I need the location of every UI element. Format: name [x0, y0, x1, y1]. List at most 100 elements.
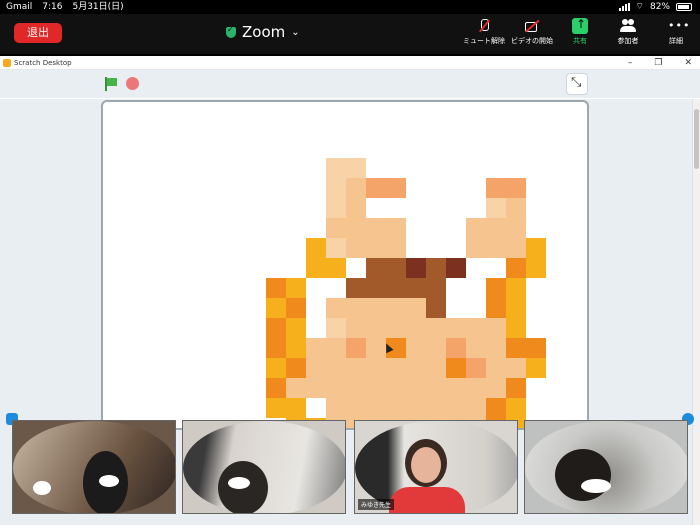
sprite-pixel [466, 298, 486, 318]
sprite-pixel [506, 398, 526, 418]
sprite-pixel [446, 398, 466, 418]
sprite-pixel [366, 218, 386, 238]
sprite-pixel [526, 258, 546, 278]
start-video-button[interactable]: ビデオの開始 [508, 16, 556, 46]
sprite-pixel [386, 178, 406, 198]
sprite-pixel [366, 318, 386, 338]
sprite-pixel [366, 378, 386, 398]
sprite-pixel [466, 338, 486, 358]
participant-tile[interactable] [12, 420, 176, 514]
sprite-pixel [346, 318, 366, 338]
face-mask [228, 477, 250, 489]
heart-icon [33, 481, 51, 495]
window-titlebar: Scratch Desktop – ❐ ✕ [0, 56, 700, 70]
maximize-button[interactable]: ❐ [654, 56, 662, 70]
wifi-icon: ⌔ [635, 2, 644, 12]
sprite-pixel [366, 358, 386, 378]
sprite-pixel [286, 338, 306, 358]
sprite-pixel [346, 358, 366, 378]
meeting-title-label: Zoom [242, 23, 286, 41]
sprite-pixel [466, 358, 486, 378]
sprite-pixel [426, 298, 446, 318]
sprite-pixel [426, 338, 446, 358]
sprite-pixel [386, 278, 406, 298]
sprite-pixel [486, 338, 506, 358]
sprite-pixel [446, 358, 466, 378]
more-icon [668, 18, 690, 34]
sprite-pixel [486, 198, 506, 218]
sprite-pixel [506, 358, 526, 378]
unmute-button[interactable]: ミュート解除 [460, 16, 508, 46]
screen: Gmail 7:16 5月31日(日) ⌔ 82% 退出 Zoom ⌄ ミュート… [0, 0, 700, 525]
leave-button[interactable]: 退出 [14, 23, 62, 43]
sprite-pixel [326, 318, 346, 338]
participant-tile[interactable] [524, 420, 688, 514]
sprite-pixel [446, 378, 466, 398]
sprite-pixel [486, 278, 506, 298]
participants-icon [620, 18, 636, 34]
sprite-pixel [446, 338, 466, 358]
video-strip: みゆき先生 [0, 413, 700, 525]
sprite-pixel [406, 298, 426, 318]
sprite-pixel [426, 358, 446, 378]
sprite-pixel [406, 338, 426, 358]
close-button[interactable]: ✕ [684, 56, 692, 70]
sprite-pixel-art[interactable] [103, 102, 589, 430]
participants-button[interactable]: 参加者 [604, 16, 652, 46]
sprite-pixel [266, 338, 286, 358]
sprite-pixel [366, 278, 386, 298]
sprite-pixel [326, 358, 346, 378]
participant-tile[interactable]: みゆき先生 [354, 420, 518, 514]
sprite-pixel [266, 278, 286, 298]
sprite-pixel [466, 318, 486, 338]
sprite-pixel [406, 358, 426, 378]
more-button[interactable]: 詳細 [652, 16, 700, 46]
sprite-pixel [306, 398, 326, 418]
sprite-pixel [326, 258, 346, 278]
status-app[interactable]: Gmail [6, 0, 32, 14]
sprite-pixel [326, 278, 346, 298]
sprite-pixel [406, 258, 426, 278]
sprite-pixel [506, 318, 526, 338]
scratch-app-icon [3, 59, 11, 67]
sprite-pixel [286, 278, 306, 298]
stop-icon[interactable] [126, 77, 139, 90]
sprite-pixel [266, 378, 286, 398]
participant-tile[interactable] [182, 420, 346, 514]
meeting-title[interactable]: Zoom ⌄ [226, 23, 300, 41]
face-mask [581, 479, 611, 493]
sprite-pixel [366, 298, 386, 318]
sprite-pixel [326, 338, 346, 358]
sprite-pixel [406, 398, 426, 418]
sprite-pixel [266, 358, 286, 378]
share-icon [572, 17, 588, 34]
window-title: Scratch Desktop [14, 59, 72, 67]
sprite-pixel [506, 178, 526, 198]
sprite-pixel [466, 378, 486, 398]
sprite-pixel [466, 258, 486, 278]
sprite-pixel [326, 178, 346, 198]
mic-muted-icon [476, 18, 492, 34]
sprite-pixel [486, 398, 506, 418]
sprite-pixel [506, 378, 526, 398]
sprite-pixel [506, 218, 526, 238]
sprite-pixel [286, 318, 306, 338]
sprite-pixel [286, 378, 306, 398]
green-flag-icon[interactable] [105, 77, 117, 91]
minimize-button[interactable]: – [628, 56, 633, 70]
more-label: 詳細 [669, 37, 683, 45]
sprite-pixel [346, 238, 366, 258]
sprite-pixel [506, 338, 526, 358]
share-button[interactable]: 共有 [556, 16, 604, 46]
sprite-pixel [526, 238, 546, 258]
sprite-pixel [406, 378, 426, 398]
sprite-pixel [326, 238, 346, 258]
sprite-pixel [506, 238, 526, 258]
sprite-pixel [346, 398, 366, 418]
sprite-pixel [386, 298, 406, 318]
exit-fullscreen-button[interactable] [566, 73, 588, 95]
signal-icon [618, 3, 630, 11]
sprite-pixel [306, 318, 326, 338]
sprite-pixel [386, 378, 406, 398]
stage[interactable] [101, 100, 589, 430]
